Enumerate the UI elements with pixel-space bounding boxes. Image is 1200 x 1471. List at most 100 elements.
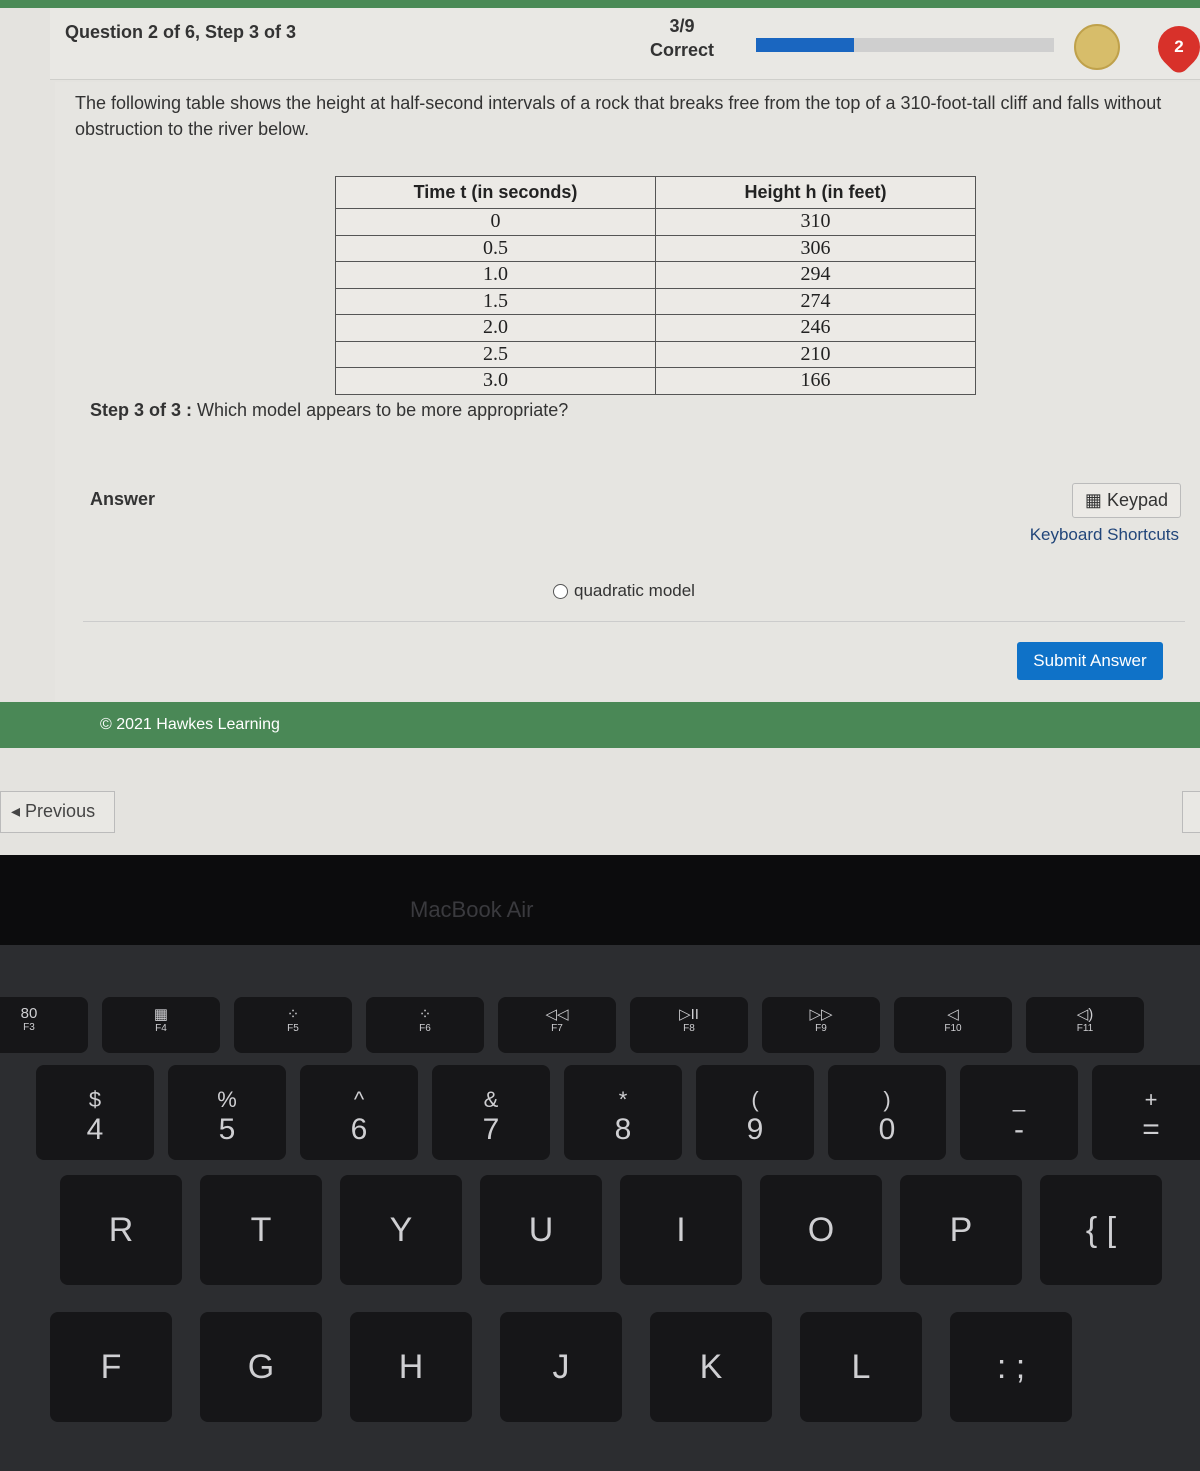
table-cell: 294 bbox=[655, 261, 976, 289]
submit-answer-button[interactable]: Submit Answer bbox=[1017, 642, 1163, 680]
key-label: 9 bbox=[746, 1113, 764, 1146]
table-cell: 166 bbox=[655, 367, 976, 395]
key-label: P bbox=[949, 1211, 973, 1249]
key-label: 7 bbox=[482, 1113, 500, 1146]
calculator-icon: ▦ bbox=[1084, 490, 1107, 510]
key-label: O bbox=[807, 1211, 835, 1249]
key-label: U bbox=[528, 1211, 554, 1249]
key-f5[interactable]: ⁘ F5 bbox=[234, 997, 352, 1053]
key-letter[interactable]: L bbox=[800, 1312, 922, 1422]
key-letter[interactable]: T bbox=[200, 1175, 322, 1285]
top-bar bbox=[0, 0, 1200, 8]
next-button[interactable] bbox=[1182, 791, 1200, 833]
score-value: 3/9 bbox=[669, 16, 695, 36]
key-letter[interactable]: G bbox=[200, 1312, 322, 1422]
key-label: 0 bbox=[878, 1113, 896, 1146]
key-label: F5 bbox=[287, 1023, 299, 1034]
key-number[interactable]: _ - bbox=[960, 1065, 1078, 1160]
table-cell: 274 bbox=[655, 287, 976, 315]
key-shift-label: ^ bbox=[353, 1087, 365, 1112]
table-cell: 306 bbox=[655, 234, 976, 262]
footer: © 2021 Hawkes Learning bbox=[0, 702, 1200, 748]
question-title: Question 2 of 6, Step 3 of 3 bbox=[65, 22, 297, 42]
key-number[interactable]: & 7 bbox=[432, 1065, 550, 1160]
key-number[interactable]: * 8 bbox=[564, 1065, 682, 1160]
step-question: Step 3 of 3 : Which model appears to be … bbox=[90, 400, 568, 421]
key-number[interactable]: + = bbox=[1092, 1065, 1200, 1160]
key-letter[interactable]: : ; bbox=[950, 1312, 1072, 1422]
answer-label: Answer bbox=[90, 489, 156, 509]
key-f10[interactable]: ◁ F10 bbox=[894, 997, 1012, 1053]
keypad-button[interactable]: ▦ Keypad bbox=[1071, 483, 1181, 518]
column-header: Height h (in feet) bbox=[655, 176, 976, 209]
key-number[interactable]: $4 bbox=[36, 1065, 154, 1160]
key-label: F9 bbox=[815, 1023, 827, 1034]
key-letter[interactable]: K bbox=[650, 1312, 772, 1422]
key-label: : ; bbox=[996, 1348, 1026, 1386]
key-shift-label: % bbox=[217, 1087, 237, 1112]
key-label: - bbox=[1014, 1113, 1024, 1146]
key-label: Y bbox=[389, 1211, 413, 1249]
question-prompt: The following table shows the height at … bbox=[75, 93, 1162, 139]
key-shift-label: ) bbox=[883, 1087, 891, 1112]
table-cell: 1.5 bbox=[335, 287, 656, 315]
key-f3[interactable]: 80 F3 bbox=[0, 997, 88, 1053]
key-letter[interactable]: H bbox=[350, 1312, 472, 1422]
key-f6[interactable]: ⁘ F6 bbox=[366, 997, 484, 1053]
key-label: = bbox=[1142, 1113, 1160, 1146]
radio-button[interactable] bbox=[553, 583, 568, 599]
key-f8[interactable]: ▷II F8 bbox=[630, 997, 748, 1053]
table-row: 2.5 210 bbox=[335, 340, 976, 368]
key-f7[interactable]: ◁◁ F7 bbox=[498, 997, 616, 1053]
option-quadratic-model[interactable]: quadratic model bbox=[553, 581, 695, 601]
function-icon: ▦ bbox=[153, 1006, 169, 1023]
key-letter[interactable]: R bbox=[60, 1175, 182, 1285]
key-letter[interactable]: P bbox=[900, 1175, 1022, 1285]
key-label: J bbox=[552, 1348, 570, 1386]
coin-icon[interactable] bbox=[1074, 24, 1120, 70]
key-label: F8 bbox=[683, 1023, 695, 1034]
answer-panel: Answer ▦ Keypad Keyboard Shortcuts quadr… bbox=[83, 477, 1185, 622]
table-row: 3.0 166 bbox=[335, 367, 976, 395]
key-label: F7 bbox=[551, 1023, 563, 1034]
key-number[interactable]: (9 bbox=[696, 1065, 814, 1160]
keyboard: 80 F3 ▦ F4 ⁘ F5 ⁘ F6 ◁◁ F7 ▷II F8 ▷▷ F9 ◁ F10 ◁) F11 $4% 5 ^… bbox=[0, 945, 1200, 1471]
key-label: G bbox=[247, 1348, 275, 1386]
key-letter[interactable]: O bbox=[760, 1175, 882, 1285]
key-f9[interactable]: ▷▷ F9 bbox=[762, 997, 880, 1053]
key-label: I bbox=[676, 1211, 686, 1249]
key-number[interactable]: % 5 bbox=[168, 1065, 286, 1160]
table-row: 1.5 274 bbox=[335, 287, 976, 315]
key-label: 8 bbox=[614, 1113, 632, 1146]
keypad-label: Keypad bbox=[1106, 490, 1168, 510]
previous-button[interactable]: ◂ Previous bbox=[0, 791, 115, 833]
key-label: R bbox=[108, 1211, 134, 1249]
key-label: F3 bbox=[23, 1022, 35, 1033]
table-cell: 2.0 bbox=[335, 314, 656, 342]
key-label: F4 bbox=[155, 1023, 167, 1034]
key-f11[interactable]: ◁) F11 bbox=[1026, 997, 1144, 1053]
key-letter[interactable]: { [ bbox=[1040, 1175, 1162, 1285]
key-letter[interactable]: F bbox=[50, 1312, 172, 1422]
key-letter[interactable]: U bbox=[480, 1175, 602, 1285]
key-letter[interactable]: I bbox=[620, 1175, 742, 1285]
table-cell: 246 bbox=[655, 314, 976, 342]
keyboard-shortcuts-link[interactable]: Keyboard Shortcuts bbox=[1030, 525, 1179, 545]
key-label: L bbox=[851, 1348, 871, 1386]
table-cell: 3.0 bbox=[335, 367, 656, 395]
key-shift-label: $ bbox=[88, 1087, 102, 1112]
function-icon: ▷▷ bbox=[809, 1006, 833, 1023]
heart-icon: 2 bbox=[1149, 17, 1200, 77]
key-shift-label: + bbox=[1144, 1087, 1158, 1112]
key-f4[interactable]: ▦ F4 bbox=[102, 997, 220, 1053]
key-shift-label: ( bbox=[751, 1087, 759, 1112]
key-number[interactable]: ^ 6 bbox=[300, 1065, 418, 1160]
table-cell: 310 bbox=[655, 208, 976, 236]
function-icon: ▷II bbox=[679, 1006, 699, 1023]
key-letter[interactable]: J bbox=[500, 1312, 622, 1422]
key-number[interactable]: ) 0 bbox=[828, 1065, 946, 1160]
step-text: Which model appears to be more appropria… bbox=[197, 400, 569, 420]
table-cell: 0 bbox=[335, 208, 656, 236]
key-label: T bbox=[250, 1211, 272, 1249]
key-letter[interactable]: Y bbox=[340, 1175, 462, 1285]
